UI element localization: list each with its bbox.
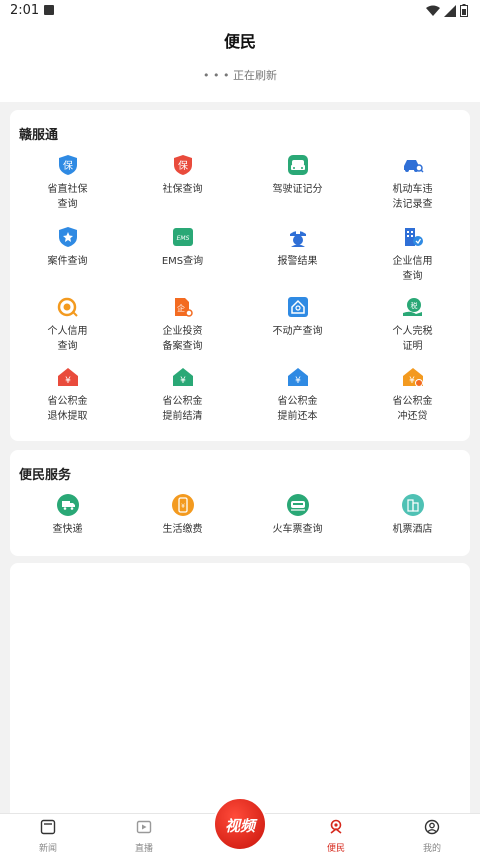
credit-icon <box>57 297 78 317</box>
house-search-icon <box>287 297 308 317</box>
section-title: 赣服通 <box>19 128 59 143</box>
service-label: 个人信用 查询 <box>47 326 88 352</box>
building-icon <box>404 228 423 246</box>
service-label: 企业投资 备案查询 <box>162 326 203 352</box>
service-label: 省公积金 提前结清 <box>162 396 203 422</box>
police-icon <box>289 231 306 247</box>
service-label: 火车票查询 <box>272 524 323 535</box>
truck-icon <box>56 494 79 516</box>
svg-text:¥: ¥ <box>295 376 301 386</box>
fund-orange-icon: ¥ <box>402 368 423 387</box>
service-label: 企业信用 查询 <box>392 256 433 282</box>
news-icon <box>40 819 56 835</box>
service-shengzhi-shebao[interactable]: 保 省直社保 查询 <box>10 154 125 212</box>
svg-text:¥: ¥ <box>409 376 415 386</box>
service-qiye-touzi[interactable]: 企 企业投资 备案查询 <box>125 296 240 354</box>
fund-red-icon: ¥ <box>57 368 78 386</box>
service-jiashizheng[interactable]: 驾驶证记分 <box>240 154 355 197</box>
service-shebao[interactable]: 保 社保查询 <box>125 154 240 197</box>
service-gjj-chonghuandai[interactable]: ¥ 省公积金 冲还贷 <box>355 366 470 424</box>
service-shenghuo-jiaofei[interactable]: ¥ 生活缴费 <box>125 494 240 537</box>
wifi-icon <box>426 5 440 16</box>
service-label: EMS查询 <box>161 256 204 267</box>
svg-text:¥: ¥ <box>180 376 186 386</box>
service-qiye-xinyong[interactable]: 企业信用 查询 <box>355 226 470 284</box>
service-label: 报警结果 <box>277 256 318 267</box>
ganfutong-card: 赣服通 保 省直社保 查询 保 社保查询 驾驶证记分 机动车违 法记录查 案件查… <box>10 110 470 441</box>
car-search-icon <box>403 160 424 173</box>
svg-text:保: 保 <box>178 159 188 172</box>
service-jidongche[interactable]: 机动车违 法记录查 <box>355 154 470 212</box>
notification-icon <box>44 5 54 15</box>
video-icon: 视频 <box>224 817 255 835</box>
svg-text:税: 税 <box>410 301 417 310</box>
status-time: 2:01 <box>10 3 40 18</box>
tab-profile[interactable]: 我的 <box>384 819 480 853</box>
svg-text:¥: ¥ <box>65 376 71 386</box>
service-kuaidi[interactable]: 查快递 <box>10 494 125 537</box>
service-label: 案件查询 <box>47 256 88 267</box>
convenience-card: 便民服务 查快递 ¥ 生活缴费 火车票查询 机票酒店 <box>10 450 470 556</box>
shield-bao-icon: 保 <box>58 155 77 175</box>
hotel-icon <box>401 494 424 516</box>
page-header: 便民 • • • 正在刷新 <box>0 22 480 102</box>
tab-label: 我的 <box>422 844 441 853</box>
refresh-indicator: • • • 正在刷新 <box>203 69 277 82</box>
service-icon <box>330 819 342 834</box>
page-title: 便民 <box>223 32 256 51</box>
svg-text:保: 保 <box>63 159 73 172</box>
tab-label: 便民 <box>326 844 345 853</box>
service-wanshui[interactable]: 税 个人完税 证明 <box>355 296 470 354</box>
service-label: 生活缴费 <box>162 524 203 535</box>
service-gjj-jieqing[interactable]: ¥ 省公积金 提前结清 <box>125 366 240 424</box>
service-label: 机动车违 法记录查 <box>392 184 433 210</box>
service-label: 社保查询 <box>162 184 203 195</box>
badge-star-icon <box>58 227 77 247</box>
profile-icon <box>424 819 440 835</box>
tab-service[interactable]: 便民 <box>288 819 384 853</box>
tab-live[interactable]: 直播 <box>96 819 192 853</box>
service-label: 省公积金 退休提取 <box>47 396 88 422</box>
service-anjian[interactable]: 案件查询 <box>10 226 125 269</box>
fund-green-icon: ¥ <box>172 368 193 386</box>
service-label: 驾驶证记分 <box>272 184 323 195</box>
svg-text:EMS: EMS <box>176 235 189 242</box>
service-label: 查快递 <box>52 524 83 535</box>
content-card <box>10 563 470 813</box>
service-label: 省公积金 提前还本 <box>277 396 318 422</box>
tab-label: 新闻 <box>38 844 57 853</box>
tab-video[interactable]: 视频 <box>213 797 267 851</box>
service-budongchan[interactable]: 不动产查询 <box>240 296 355 339</box>
service-label: 省公积金 冲还贷 <box>392 396 433 422</box>
section-title: 便民服务 <box>19 468 72 483</box>
service-geren-xinyong[interactable]: 个人信用 查询 <box>10 296 125 354</box>
tab-label: 直播 <box>134 844 153 853</box>
service-gjj-tuixiu[interactable]: ¥ 省公积金 退休提取 <box>10 366 125 424</box>
svg-text:企: 企 <box>177 303 185 313</box>
status-bar: 2:01 <box>0 0 480 22</box>
ems-icon: EMS <box>172 228 193 246</box>
service-label: 不动产查询 <box>272 326 323 337</box>
tab-news[interactable]: 新闻 <box>0 819 96 853</box>
svg-text:¥: ¥ <box>181 503 185 510</box>
service-label: 省直社保 查询 <box>47 184 88 210</box>
tax-icon: 税 <box>402 298 422 316</box>
fund-blue-icon: ¥ <box>287 368 308 386</box>
live-icon <box>136 820 152 834</box>
invest-icon: 企 <box>174 298 193 317</box>
service-label: 个人完税 证明 <box>392 326 433 352</box>
service-huochepiao[interactable]: 火车票查询 <box>240 494 355 537</box>
service-ems[interactable]: EMS EMS查询 <box>125 226 240 269</box>
battery-icon <box>460 4 468 17</box>
service-label: 机票酒店 <box>392 524 433 535</box>
signal-icon <box>444 4 456 17</box>
train-icon <box>286 494 309 516</box>
service-gjj-huanben[interactable]: ¥ 省公积金 提前还本 <box>240 366 355 424</box>
car-front-icon <box>287 155 308 175</box>
service-baojing[interactable]: 报警结果 <box>240 226 355 269</box>
shield-bao-red-icon: 保 <box>173 155 192 175</box>
phone-bill-icon: ¥ <box>171 494 194 516</box>
service-jipiao-jiudian[interactable]: 机票酒店 <box>355 494 470 537</box>
